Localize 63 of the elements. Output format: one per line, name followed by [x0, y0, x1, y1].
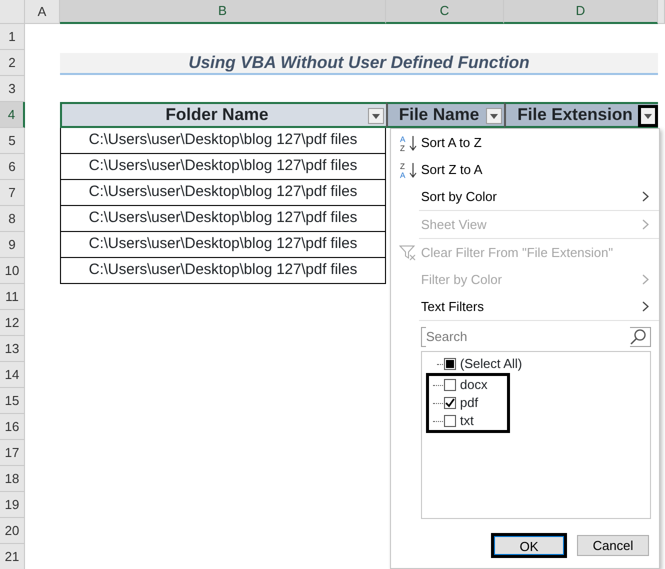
caret-icon	[490, 114, 498, 118]
row-header[interactable]: 12	[0, 310, 25, 336]
row-header[interactable]: 17	[0, 440, 25, 466]
menu-item[interactable]: Text Filters	[391, 293, 659, 320]
value-label: txt	[460, 412, 474, 430]
row-header[interactable]: 19	[0, 492, 25, 518]
column-header[interactable]: C	[386, 0, 504, 24]
header-filler	[658, 0, 665, 24]
table-cell: C:\Users\user\Desktop\blog 127\pdf files	[60, 154, 386, 180]
table-cell: C:\Users\user\Desktop\blog 127\pdf files	[60, 206, 386, 232]
table-cell: C:\Users\user\Desktop\blog 127\pdf files	[60, 128, 386, 154]
menu-item[interactable]: Sort by Color	[391, 183, 659, 210]
value-label: pdf	[460, 394, 478, 412]
row-header[interactable]: 3	[0, 76, 25, 102]
table-cell: C:\Users\user\Desktop\blog 127\pdf files	[60, 258, 386, 284]
table-cell: C:\Users\user\Desktop\blog 127\pdf files	[60, 180, 386, 206]
caret-icon	[644, 114, 652, 118]
row-header[interactable]: 20	[0, 518, 25, 544]
row-header[interactable]: 11	[0, 284, 25, 310]
row-header[interactable]: 14	[0, 362, 25, 388]
row-header[interactable]: 18	[0, 466, 25, 492]
chevron-right-icon	[642, 191, 649, 202]
row-header[interactable]: 1	[0, 24, 25, 50]
chevron-right-icon	[642, 301, 649, 312]
filter-dropdown-button[interactable]	[638, 105, 658, 127]
filter-dropdown-button[interactable]	[368, 108, 384, 124]
row-header[interactable]: 13	[0, 336, 25, 362]
checkbox[interactable]	[444, 415, 456, 427]
row-header[interactable]: 5	[0, 128, 25, 154]
row-header[interactable]: 16	[0, 414, 25, 440]
checkbox[interactable]	[444, 379, 456, 391]
column-heading: File Name	[398, 104, 480, 126]
row-header[interactable]: 8	[0, 206, 25, 232]
filter-dropdown-button[interactable]	[486, 108, 502, 124]
value-label: docx	[460, 376, 488, 394]
cancel-button[interactable]: Cancel	[577, 535, 649, 556]
checkbox[interactable]	[444, 358, 456, 370]
sheet-title: Using VBA Without User Defined Function	[60, 53, 658, 75]
row-header[interactable]: 10	[0, 258, 25, 284]
row-header[interactable]: 7	[0, 180, 25, 206]
caret-icon	[372, 114, 380, 118]
chevron-right-icon	[642, 219, 649, 230]
table-cell: C:\Users\user\Desktop\blog 127\pdf files	[60, 232, 386, 258]
column-header[interactable]: A	[25, 0, 60, 24]
column-header[interactable]: D	[504, 0, 658, 24]
value-label: (Select All)	[460, 355, 522, 374]
row-header[interactable]: 6	[0, 154, 25, 180]
row-header[interactable]: 15	[0, 388, 25, 414]
menu-item[interactable]: A Z Sort A to Z	[391, 129, 659, 156]
column-header[interactable]: B	[60, 0, 386, 24]
menu-item[interactable]: Z A Sort Z to A	[391, 156, 659, 183]
column-heading: File Extension	[517, 104, 633, 126]
ok-button[interactable]: OK	[493, 535, 565, 556]
column-heading: Folder Name	[166, 104, 268, 126]
search-icon	[630, 329, 646, 345]
row-header[interactable]: 21	[0, 544, 25, 569]
search-field[interactable]: Search	[421, 327, 651, 347]
row-header[interactable]: 9	[0, 232, 25, 258]
chevron-right-icon	[642, 274, 649, 285]
row-header[interactable]: 2	[0, 50, 25, 76]
checkbox[interactable]	[444, 397, 456, 409]
clear-filter-icon	[399, 245, 417, 262]
row-header[interactable]: 4	[0, 102, 25, 128]
